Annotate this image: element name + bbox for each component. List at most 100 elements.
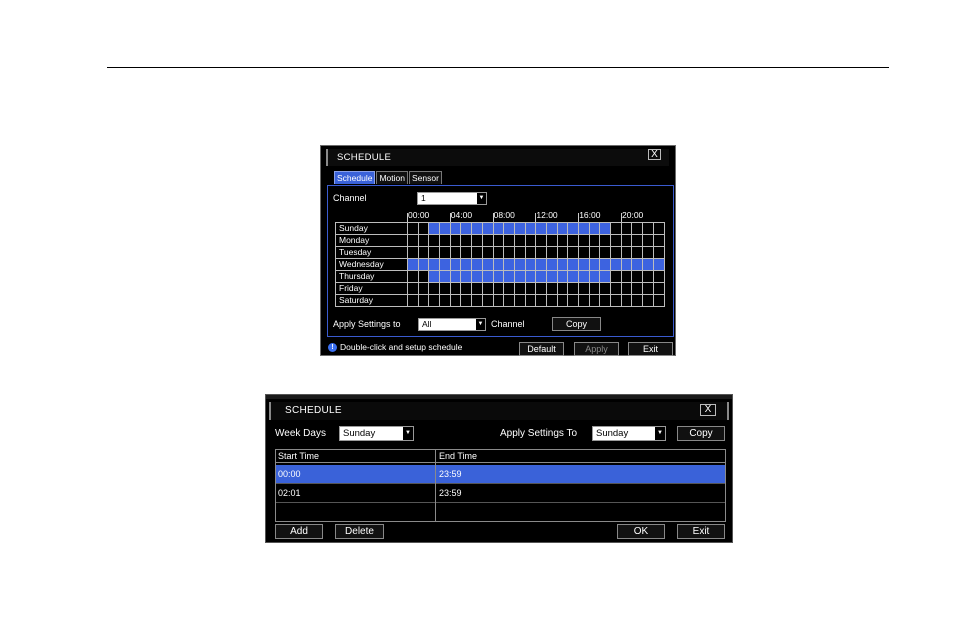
- schedule-cell[interactable]: [599, 257, 612, 271]
- schedule-cell[interactable]: [428, 281, 441, 295]
- schedule-cell[interactable]: [449, 293, 462, 307]
- schedule-cell[interactable]: [428, 233, 441, 247]
- tab-motion[interactable]: Motion: [376, 171, 408, 184]
- exit-button[interactable]: Exit: [677, 524, 725, 539]
- schedule-grid[interactable]: Sunday Monday Tuesday Wednesday Thursday Frid…: [335, 209, 665, 307]
- schedule-cell[interactable]: [439, 257, 451, 271]
- schedule-cell[interactable]: [556, 221, 569, 235]
- schedule-cell[interactable]: [545, 281, 558, 295]
- schedule-cell[interactable]: [545, 245, 558, 259]
- schedule-cell[interactable]: [428, 269, 441, 283]
- schedule-cell[interactable]: [460, 281, 473, 295]
- schedule-cell[interactable]: [631, 221, 644, 235]
- apply-day-select[interactable]: Sunday ▼: [592, 426, 666, 441]
- schedule-cell[interactable]: [642, 293, 654, 307]
- schedule-cell[interactable]: [417, 245, 430, 259]
- schedule-cell[interactable]: [492, 221, 505, 235]
- schedule-cell[interactable]: [481, 281, 494, 295]
- schedule-cell[interactable]: [513, 257, 526, 271]
- schedule-cell[interactable]: [567, 257, 579, 271]
- schedule-cell[interactable]: [503, 245, 515, 259]
- schedule-cell[interactable]: [535, 257, 547, 271]
- schedule-cell[interactable]: [610, 293, 622, 307]
- schedule-cell[interactable]: [652, 293, 665, 307]
- schedule-cell[interactable]: [620, 257, 633, 271]
- schedule-cell[interactable]: [652, 257, 665, 271]
- schedule-cell[interactable]: [439, 281, 451, 295]
- schedule-cell[interactable]: [481, 257, 494, 271]
- schedule-cell[interactable]: [642, 221, 654, 235]
- schedule-cell[interactable]: [449, 233, 462, 247]
- schedule-cell[interactable]: [524, 221, 537, 235]
- schedule-cell[interactable]: [652, 221, 665, 235]
- close-icon[interactable]: X: [648, 149, 661, 160]
- schedule-cell[interactable]: [492, 281, 505, 295]
- schedule-cell[interactable]: [599, 233, 612, 247]
- schedule-cell[interactable]: [610, 269, 622, 283]
- schedule-cell[interactable]: [567, 269, 579, 283]
- schedule-cell[interactable]: [535, 293, 547, 307]
- schedule-cell[interactable]: [545, 221, 558, 235]
- schedule-cell[interactable]: [567, 245, 579, 259]
- schedule-cell[interactable]: [460, 293, 473, 307]
- schedule-cell[interactable]: [492, 293, 505, 307]
- schedule-cell[interactable]: [578, 233, 590, 247]
- add-button[interactable]: Add: [275, 524, 323, 539]
- schedule-cell[interactable]: [620, 269, 633, 283]
- schedule-cell[interactable]: [545, 269, 558, 283]
- schedule-cell[interactable]: [481, 293, 494, 307]
- schedule-cell[interactable]: [620, 221, 633, 235]
- schedule-cell[interactable]: [428, 221, 441, 235]
- channel-select[interactable]: 1 ▼: [417, 192, 487, 205]
- schedule-cell[interactable]: [556, 293, 569, 307]
- schedule-cell[interactable]: [631, 281, 644, 295]
- schedule-cell[interactable]: [503, 257, 515, 271]
- copy-button[interactable]: Copy: [552, 317, 601, 331]
- schedule-cell[interactable]: [556, 257, 569, 271]
- schedule-cell[interactable]: [417, 269, 430, 283]
- schedule-cell[interactable]: [407, 221, 419, 235]
- schedule-cell[interactable]: [449, 245, 462, 259]
- exit-button[interactable]: Exit: [628, 342, 673, 356]
- schedule-cell[interactable]: [545, 293, 558, 307]
- schedule-cell[interactable]: [417, 281, 430, 295]
- table-row[interactable]: 00:00 23:59: [276, 465, 725, 483]
- delete-button[interactable]: Delete: [335, 524, 384, 539]
- schedule-cell[interactable]: [642, 245, 654, 259]
- schedule-cell[interactable]: [578, 257, 590, 271]
- schedule-cell[interactable]: [567, 221, 579, 235]
- schedule-cell[interactable]: [524, 293, 537, 307]
- schedule-cell[interactable]: [610, 257, 622, 271]
- schedule-cell[interactable]: [556, 233, 569, 247]
- schedule-cell[interactable]: [460, 245, 473, 259]
- schedule-cell[interactable]: [588, 221, 601, 235]
- schedule-cell[interactable]: [567, 281, 579, 295]
- schedule-cell[interactable]: [610, 233, 622, 247]
- schedule-cell[interactable]: [471, 257, 483, 271]
- schedule-cell[interactable]: [556, 245, 569, 259]
- schedule-cell[interactable]: [481, 233, 494, 247]
- schedule-cell[interactable]: [610, 221, 622, 235]
- schedule-cell[interactable]: [642, 257, 654, 271]
- schedule-cell[interactable]: [492, 257, 505, 271]
- schedule-cell[interactable]: [610, 245, 622, 259]
- schedule-cell[interactable]: [492, 269, 505, 283]
- schedule-cell[interactable]: [599, 281, 612, 295]
- schedule-cell[interactable]: [417, 257, 430, 271]
- schedule-cell[interactable]: [545, 233, 558, 247]
- schedule-cell[interactable]: [439, 293, 451, 307]
- schedule-cell[interactable]: [524, 281, 537, 295]
- schedule-cell[interactable]: [407, 257, 419, 271]
- schedule-cell[interactable]: [481, 221, 494, 235]
- schedule-cell[interactable]: [652, 233, 665, 247]
- schedule-cell[interactable]: [642, 281, 654, 295]
- schedule-cell[interactable]: [588, 269, 601, 283]
- schedule-cell[interactable]: [428, 257, 441, 271]
- apply-button[interactable]: Apply: [574, 342, 619, 356]
- schedule-cell[interactable]: [407, 293, 419, 307]
- schedule-cell[interactable]: [417, 293, 430, 307]
- schedule-cell[interactable]: [620, 233, 633, 247]
- schedule-cell[interactable]: [620, 293, 633, 307]
- schedule-cell[interactable]: [524, 257, 537, 271]
- schedule-cell[interactable]: [513, 293, 526, 307]
